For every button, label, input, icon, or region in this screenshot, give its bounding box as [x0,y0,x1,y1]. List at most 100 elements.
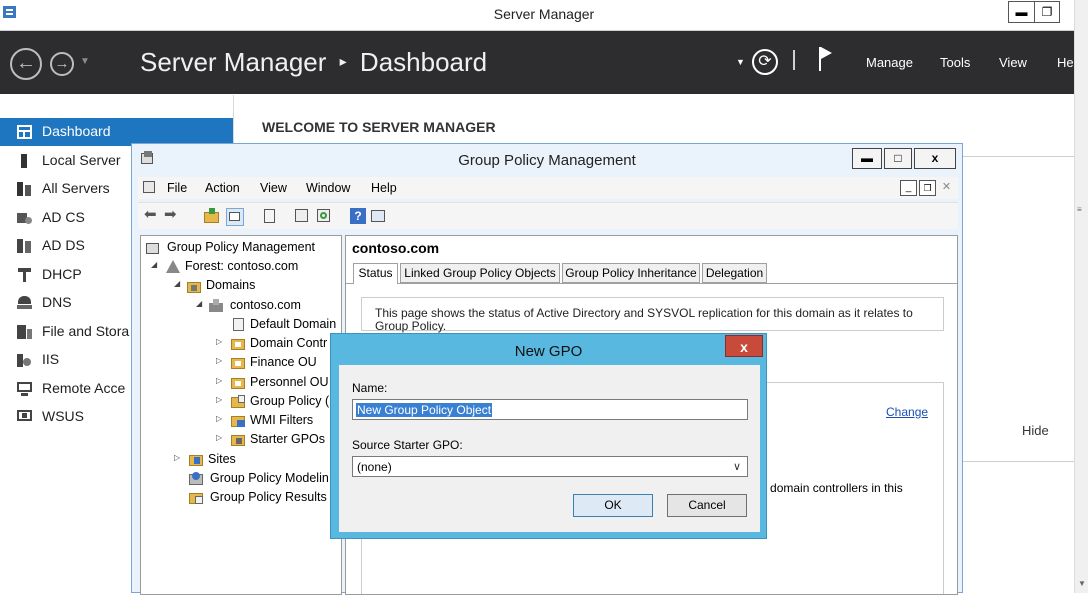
scroll-down-icon[interactable]: ▼ [1078,579,1086,588]
menu-action[interactable]: Action [205,181,240,195]
help-menu[interactable]: He [1057,55,1074,70]
tools-menu[interactable]: Tools [940,55,970,70]
back-arrow-icon[interactable]: ⬅ [144,207,160,224]
history-dropdown-icon[interactable]: ▼ [80,56,90,67]
menu-window[interactable]: Window [306,181,350,195]
server-manager-titlebar: Server Manager ▬ ❐ [0,0,1088,31]
sidebar-item-label: AD CS [42,209,85,225]
restore-icon: ❐ [923,183,932,193]
child-minimize-button[interactable]: _ [900,180,917,196]
collapse-icon[interactable]: ◢ [196,299,202,308]
gpo-name-input[interactable]: New Group Policy Object [352,399,748,420]
minimize-icon: _ [905,182,912,193]
minimize-button[interactable]: ▬ [1008,1,1035,23]
chevron-down-icon: ∨ [733,461,742,473]
starter-gpo-icon [231,433,245,447]
tab-delegation[interactable]: Delegation [702,263,767,283]
expand-icon[interactable]: ▷ [216,414,222,423]
menu-help[interactable]: Help [371,181,397,195]
vertical-scrollbar[interactable]: ≡ ▼ [1074,0,1088,593]
welcome-heading: WELCOME TO SERVER MANAGER [262,119,496,135]
tree-item-label: WMI Filters [250,413,314,427]
scroll-grip-icon: ≡ [1077,205,1082,214]
starter-gpo-select[interactable]: (none) ∨ [352,456,748,477]
expand-icon[interactable]: ▷ [216,337,222,346]
console-icon[interactable] [370,208,386,224]
expand-icon[interactable]: ▷ [216,395,222,404]
child-close-button[interactable]: ✕ [938,180,955,196]
gpm-tree-pane: Group Policy Management ◢ Forest: contos… [140,235,342,595]
tab-linked-gpos[interactable]: Linked Group Policy Objects [400,263,560,283]
forward-arrow-icon[interactable]: ➡ [164,207,180,224]
sites-icon [189,453,203,467]
collapse-icon[interactable]: ◢ [151,260,157,269]
tab-strip-divider [346,283,957,284]
tab-status[interactable]: Status [353,263,398,284]
notifications-flag-icon[interactable] [816,45,836,73]
help-icon[interactable]: ? [350,208,366,224]
refresh-button[interactable]: ⟳ [752,49,778,75]
expand-icon[interactable]: ▷ [216,433,222,442]
refresh-dropdown-icon[interactable]: ▼ [736,57,745,67]
ou-icon [231,376,245,390]
ou-icon [231,337,245,351]
show-hide-tree-icon[interactable] [226,208,244,226]
refresh-icon[interactable] [316,208,332,224]
menu-file[interactable]: File [167,181,187,195]
hide-link[interactable]: Hide [1022,423,1049,438]
view-menu[interactable]: View [999,55,1027,70]
iis-icon [17,353,32,367]
tree-item-label: Group Policy ( [250,394,330,408]
child-restore-button[interactable]: ❐ [919,180,936,196]
collapse-icon[interactable]: ◢ [174,279,180,288]
gpm-window-title: Group Policy Management [458,152,636,169]
sidebar-item-label: File and Stora [42,323,130,339]
sidebar-item-dashboard[interactable]: Dashboard [0,118,233,146]
breadcrumb-root: Server Manager [140,47,327,77]
expand-icon[interactable]: ▷ [216,356,222,365]
ok-button[interactable]: OK [573,494,653,517]
gpo-name-value: New Group Policy Object [356,403,493,417]
breadcrumb: Server Manager ▸ Dashboard [140,47,487,78]
sidebar-item-label: All Servers [42,180,110,196]
restore-button[interactable]: ❐ [1034,1,1060,23]
tree-item-label: Sites [208,452,236,466]
network-icon [17,268,32,282]
expand-icon[interactable]: ▷ [174,453,180,462]
gpm-minimize-button[interactable]: ▬ [852,148,882,169]
info-partial-text-2: the domain controllers in this [750,481,903,495]
dialog-close-button[interactable]: x [725,335,763,357]
modeling-icon [189,472,203,486]
refresh-icon: ⟳ [758,53,772,70]
tab-gp-inheritance[interactable]: Group Policy Inheritance [562,263,700,283]
tree-item-label: Group Policy Management [167,240,315,254]
details-title: contoso.com [352,240,440,256]
close-icon: x [931,151,939,165]
restore-icon: ❐ [1041,5,1053,19]
gpm-close-button[interactable]: x [914,148,956,169]
change-link[interactable]: Change [886,405,928,419]
manage-menu[interactable]: Manage [866,55,913,70]
clipboard-icon[interactable] [262,208,278,224]
sidebar-item-label: DHCP [42,266,82,282]
up-folder-icon[interactable] [204,208,220,224]
properties-icon[interactable] [294,208,310,224]
menu-view[interactable]: View [260,181,287,195]
dialog-body: Name: New Group Policy Object Source Sta… [339,365,760,532]
domains-icon [187,279,201,293]
back-button[interactable]: ← [10,48,42,80]
expand-icon[interactable]: ▷ [216,376,222,385]
gpm-toolbar: ⬅ ➡ ? [138,202,958,229]
cancel-button[interactable]: Cancel [667,494,747,517]
certificate-icon [17,211,32,225]
sidebar-item-label: AD DS [42,237,85,253]
maximize-icon: □ [894,151,902,165]
file-storage-icon [17,325,32,339]
gpm-maximize-button[interactable]: □ [884,148,912,169]
back-arrow-icon: ← [16,52,36,74]
tree-item-label: Domain Contr [250,336,328,350]
results-icon [189,491,203,505]
forward-button[interactable]: → [50,52,74,76]
tree-item-label: Personnel OU [250,375,329,389]
starter-gpo-value: (none) [357,460,392,474]
